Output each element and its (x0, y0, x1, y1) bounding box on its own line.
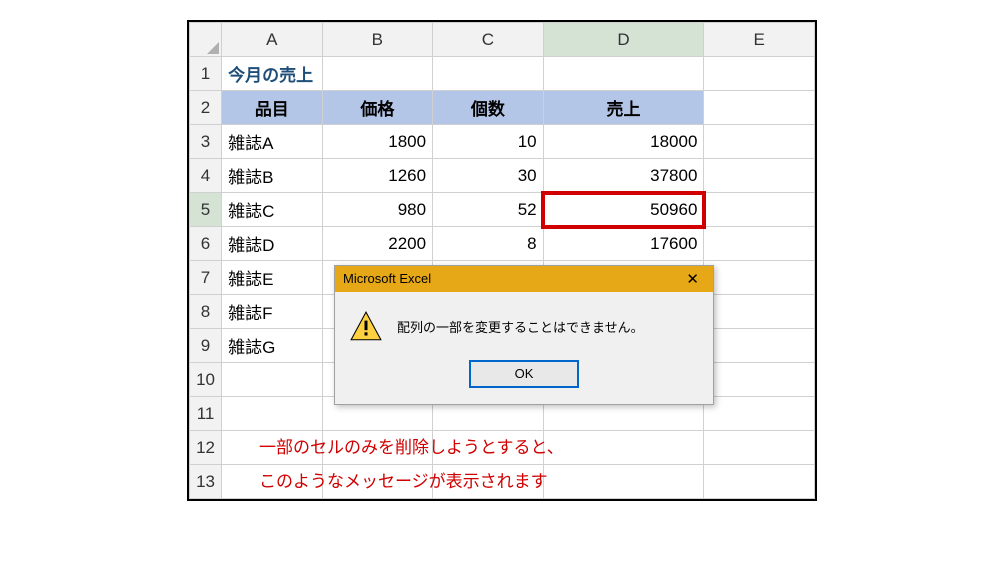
cell-item[interactable]: 雑誌G (222, 329, 322, 363)
row-header-2[interactable]: 2 (190, 91, 222, 125)
col-header-A[interactable]: A (222, 23, 322, 57)
header-qty[interactable]: 個数 (433, 91, 544, 125)
row-header-8[interactable]: 8 (190, 295, 222, 329)
cell[interactable] (704, 125, 815, 159)
cell-qty[interactable]: 8 (433, 227, 544, 261)
cell-item[interactable]: 雑誌B (222, 159, 322, 193)
cell-item[interactable]: 雑誌C (222, 193, 322, 227)
row-header-6[interactable]: 6 (190, 227, 222, 261)
cell[interactable] (704, 193, 815, 227)
error-dialog: Microsoft Excel ✕ 配列の一部を変更することはできません。 OK (334, 265, 714, 405)
cell[interactable] (222, 363, 322, 397)
cell-item[interactable]: 雑誌A (222, 125, 322, 159)
cell-sales[interactable]: 18000 (543, 125, 704, 159)
cell[interactable] (433, 57, 544, 91)
cell-price[interactable]: 2200 (322, 227, 433, 261)
cell[interactable] (322, 57, 433, 91)
cell[interactable] (704, 57, 815, 91)
cell-item[interactable]: 雑誌E (222, 261, 322, 295)
row-header-1[interactable]: 1 (190, 57, 222, 91)
cell[interactable] (704, 261, 815, 295)
cell[interactable] (704, 159, 815, 193)
row-header-11[interactable]: 11 (190, 397, 222, 431)
row-header-12[interactable]: 12 (190, 431, 222, 465)
cell-qty[interactable]: 30 (433, 159, 544, 193)
col-header-C[interactable]: C (433, 23, 544, 57)
cell[interactable] (222, 397, 322, 431)
cell-sales[interactable]: 37800 (543, 159, 704, 193)
col-header-D[interactable]: D (543, 23, 704, 57)
cell-qty[interactable]: 52 (433, 193, 544, 227)
row-header-3[interactable]: 3 (190, 125, 222, 159)
cell-sales[interactable]: 50960 (543, 193, 704, 227)
dialog-titlebar[interactable]: Microsoft Excel ✕ (335, 266, 713, 292)
header-sales[interactable]: 売上 (543, 91, 704, 125)
cell-price[interactable]: 1260 (322, 159, 433, 193)
cell[interactable] (704, 363, 815, 397)
cell[interactable] (704, 397, 815, 431)
row-header-10[interactable]: 10 (190, 363, 222, 397)
annotation-text-line1: 一部のセルのみを削除しようとすると、 (249, 429, 574, 462)
row-header-4[interactable]: 4 (190, 159, 222, 193)
cell[interactable] (704, 431, 815, 465)
warning-icon (349, 310, 383, 344)
cell-item[interactable]: 雑誌F (222, 295, 322, 329)
annotation-text-line2: このようなメッセージが表示されます (249, 463, 558, 496)
cell[interactable] (704, 91, 815, 125)
select-all-corner[interactable] (190, 23, 222, 57)
column-header-row: A B C D E (190, 23, 815, 57)
row-header-7[interactable]: 7 (190, 261, 222, 295)
col-header-B[interactable]: B (322, 23, 433, 57)
cell[interactable] (704, 227, 815, 261)
dialog-title: Microsoft Excel (343, 271, 431, 286)
dialog-message: 配列の一部を変更することはできません。 (397, 317, 644, 336)
cell-price[interactable]: 1800 (322, 125, 433, 159)
row-header-9[interactable]: 9 (190, 329, 222, 363)
cell-item[interactable]: 雑誌D (222, 227, 322, 261)
row-header-13[interactable]: 13 (190, 465, 222, 499)
spreadsheet-grid[interactable]: A B C D E 1 今月の売上 2 品目 価格 個数 売上 3雑誌A1800… (189, 22, 815, 499)
excel-window: A B C D E 1 今月の売上 2 品目 価格 個数 売上 3雑誌A1800… (187, 20, 817, 501)
cell-A1-title[interactable]: 今月の売上 (222, 57, 322, 91)
close-icon[interactable]: ✕ (680, 270, 705, 288)
cell[interactable] (543, 465, 704, 499)
row-header-5[interactable]: 5 (190, 193, 222, 227)
ok-button[interactable]: OK (469, 360, 579, 388)
cell-price[interactable]: 980 (322, 193, 433, 227)
header-price[interactable]: 価格 (322, 91, 433, 125)
cell[interactable] (543, 57, 704, 91)
col-header-E[interactable]: E (704, 23, 815, 57)
header-item[interactable]: 品目 (222, 91, 322, 125)
cell[interactable] (704, 329, 815, 363)
cell[interactable] (704, 465, 815, 499)
cell-sales[interactable]: 17600 (543, 227, 704, 261)
cell[interactable] (704, 295, 815, 329)
cell-qty[interactable]: 10 (433, 125, 544, 159)
